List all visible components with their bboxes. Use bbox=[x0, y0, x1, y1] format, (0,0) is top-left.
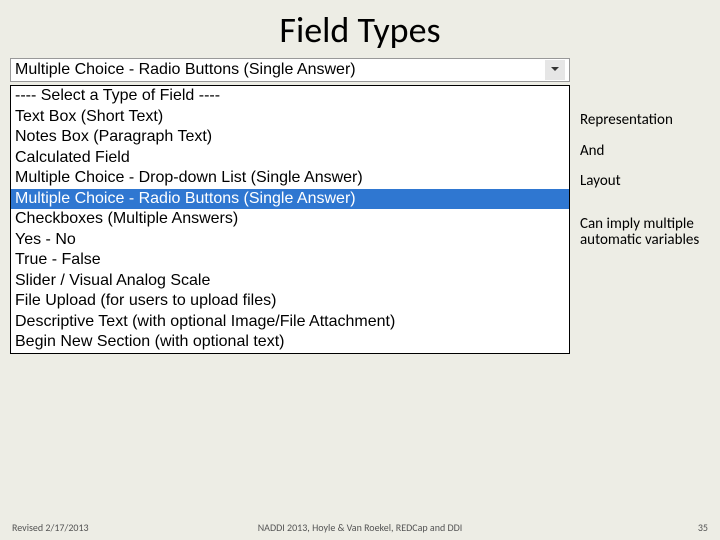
field-type-option[interactable]: Slider / Visual Analog Scale bbox=[11, 271, 569, 292]
note-layout: Layout bbox=[580, 173, 700, 190]
footer-revised-date: Revised 2/17/2013 bbox=[12, 521, 89, 534]
chevron-down-icon bbox=[550, 61, 560, 79]
notes-column: Representation And Layout Can imply mult… bbox=[580, 58, 700, 354]
dropdown-column: Multiple Choice - Radio Buttons (Single … bbox=[10, 58, 570, 354]
field-type-options-list[interactable]: ---- Select a Type of Field ----Text Box… bbox=[10, 85, 570, 354]
footer-citation: NADDI 2013, Hoyle & Van Roekel, REDCap a… bbox=[258, 521, 463, 534]
slide-footer: Revised 2/17/2013 NADDI 2013, Hoyle & Va… bbox=[0, 521, 720, 534]
field-type-option[interactable]: Multiple Choice - Drop-down List (Single… bbox=[11, 168, 569, 189]
field-type-option[interactable]: Notes Box (Paragraph Text) bbox=[11, 127, 569, 148]
note-and: And bbox=[580, 143, 700, 160]
field-type-option[interactable]: Descriptive Text (with optional Image/Fi… bbox=[11, 312, 569, 333]
field-type-option[interactable]: Multiple Choice - Radio Buttons (Single … bbox=[11, 189, 569, 210]
field-type-option[interactable]: Begin New Section (with optional text) bbox=[11, 332, 569, 353]
field-type-option[interactable]: Calculated Field bbox=[11, 148, 569, 169]
field-type-option[interactable]: ---- Select a Type of Field ---- bbox=[11, 86, 569, 107]
footer-page-number: 35 bbox=[698, 521, 708, 534]
field-type-option[interactable]: File Upload (for users to upload files) bbox=[11, 291, 569, 312]
field-type-option[interactable]: Text Box (Short Text) bbox=[11, 107, 569, 128]
field-type-option[interactable]: Checkboxes (Multiple Answers) bbox=[11, 209, 569, 230]
note-implication: Can imply multiple automatic variables bbox=[580, 216, 700, 249]
field-type-combobox[interactable]: Multiple Choice - Radio Buttons (Single … bbox=[10, 58, 570, 82]
field-type-option[interactable]: Yes - No bbox=[11, 230, 569, 251]
page-title: Field Types bbox=[0, 0, 720, 58]
combobox-arrow-button[interactable] bbox=[545, 60, 565, 80]
main-area: Multiple Choice - Radio Buttons (Single … bbox=[0, 58, 720, 354]
note-representation: Representation bbox=[580, 112, 700, 129]
combobox-selected-label: Multiple Choice - Radio Buttons (Single … bbox=[15, 61, 545, 79]
field-type-option[interactable]: True - False bbox=[11, 250, 569, 271]
